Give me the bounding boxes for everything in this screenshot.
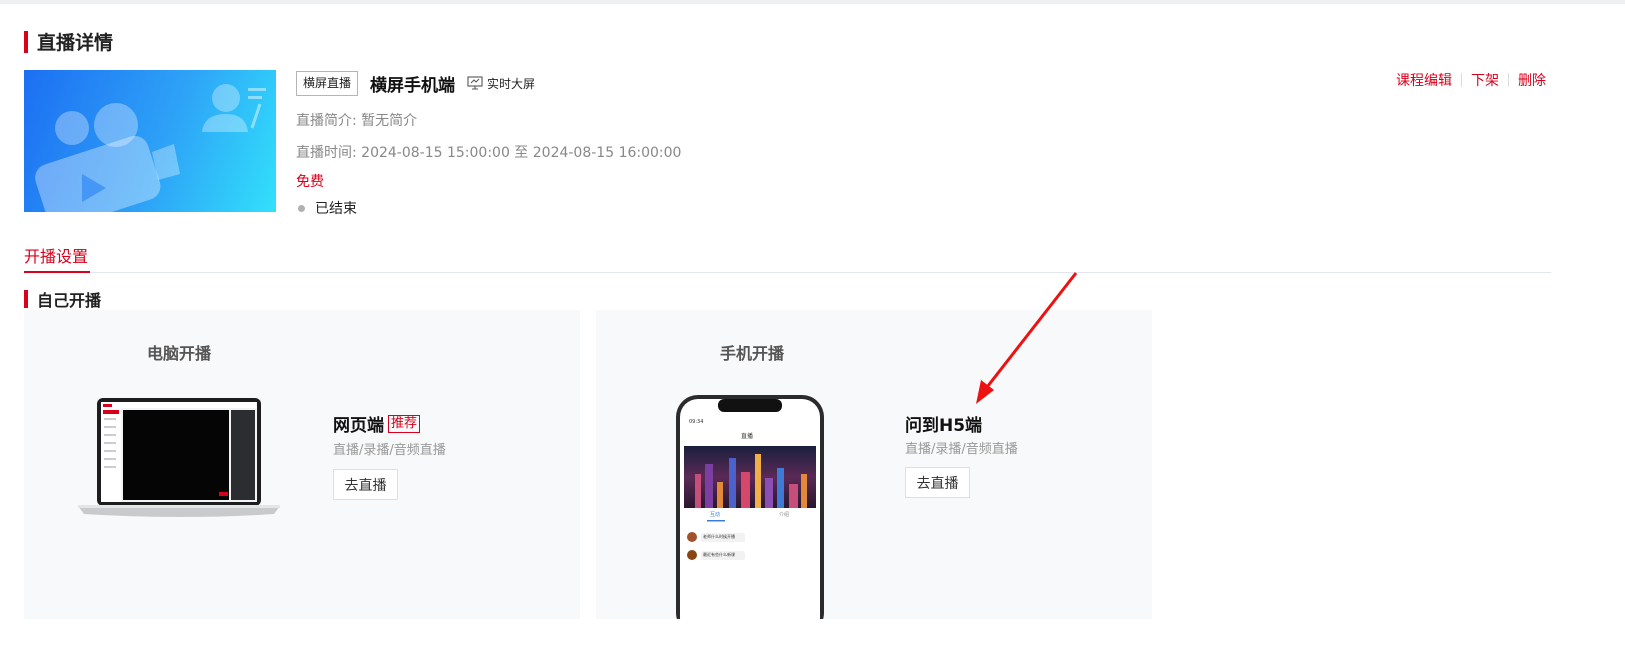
live-title: 横屏手机端: [370, 75, 456, 96]
ops-separator: [1508, 73, 1509, 87]
web-option-title: 网页端 推荐: [333, 411, 421, 436]
phone-chat-message: 老师什么时候开播: [703, 534, 735, 539]
annotation-arrow-icon: [976, 272, 1078, 404]
self-broadcast-title-text: 自己开播: [37, 291, 102, 310]
live-info: 横屏直播 横屏手机端 实时大屏 直播简介: 暂无简介 直播时间: 2024-08…: [296, 70, 996, 218]
live-header-row: 横屏直播 横屏手机端 实时大屏: [296, 70, 996, 96]
video-camera-illustration: [35, 84, 266, 212]
top-divider: [0, 0, 1625, 4]
pc-go-live-button[interactable]: 去直播: [333, 469, 398, 500]
live-price: 免费: [296, 174, 324, 190]
h5-option-label: 问到H5端: [905, 416, 983, 436]
ops-separator: [1461, 73, 1462, 87]
live-operations: 课程编辑 下架 删除: [1396, 70, 1546, 90]
tab-broadcast-settings[interactable]: 开播设置: [24, 243, 90, 273]
mobile-go-live-button[interactable]: 去直播: [905, 467, 970, 498]
phone-tab-intro: 介绍: [779, 512, 790, 518]
phone-header-title: 直播: [741, 433, 754, 440]
recommend-badge: 推荐: [388, 414, 421, 433]
phone-illustration: 09:34 直播 互动 介绍 老师什么时候开播 最近有些什么新课: [675, 394, 825, 619]
live-status-text: 已结束: [315, 201, 357, 217]
delete-link[interactable]: 删除: [1518, 70, 1546, 90]
phone-chat-message: 最近有些什么新课: [703, 552, 735, 557]
tab-bar: 开播设置: [24, 243, 1551, 273]
live-status: 已结束: [296, 198, 996, 218]
offline-link[interactable]: 下架: [1471, 70, 1499, 90]
phone-tab-chat: 互动: [710, 512, 721, 518]
realtime-screen-link[interactable]: 实时大屏: [467, 75, 535, 92]
phone-frame: [676, 395, 824, 619]
edit-course-link[interactable]: 课程编辑: [1396, 70, 1452, 90]
phone-status-time: 09:34: [689, 419, 704, 425]
monitor-icon: [467, 76, 483, 90]
page-title: 直播详情: [24, 28, 113, 55]
live-intro: 直播简介: 暂无简介: [296, 113, 418, 129]
self-broadcast-title: 自己开播: [24, 287, 101, 311]
live-type-badge: 横屏直播: [296, 70, 359, 96]
laptop-illustration: [78, 398, 280, 517]
live-time: 直播时间: 2024-08-15 15:00:00 至 2024-08-15 1…: [296, 145, 682, 161]
h5-option-title: 问到H5端: [905, 411, 982, 436]
pc-broadcast-card: 电脑开播 网页端 推荐 直播/录播/音频直播 去直播: [24, 310, 580, 619]
title-accent-bar: [24, 30, 28, 53]
status-dot: [298, 204, 305, 212]
web-option-label: 网页端: [333, 416, 384, 436]
mobile-card-title: 手机开播: [720, 344, 785, 363]
h5-option-desc: 直播/录播/音频直播: [905, 442, 1018, 457]
pc-card-title: 电脑开播: [147, 344, 212, 363]
page-title-text: 直播详情: [37, 32, 114, 54]
realtime-screen-label: 实时大屏: [487, 76, 536, 91]
web-option-desc: 直播/录播/音频直播: [333, 443, 446, 458]
live-cover-image: [24, 70, 276, 212]
title-accent-bar: [24, 290, 28, 308]
